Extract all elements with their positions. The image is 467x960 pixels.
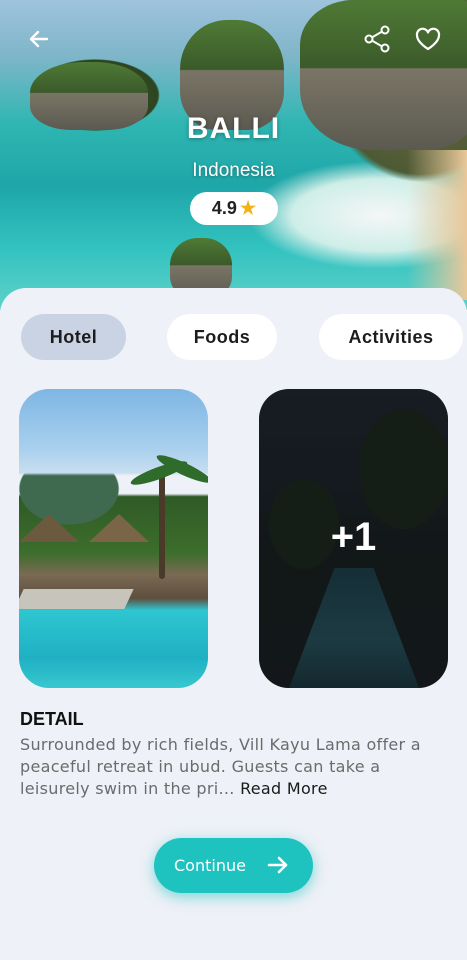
destination-title: BALLI [186, 112, 281, 145]
tab-label: Hotel [49, 326, 98, 347]
detail-body: Surrounded by rich fields, Vill Kayu Lam… [20, 735, 421, 798]
hut-roof [19, 514, 79, 542]
rating-badge: 4.9 ★ [190, 192, 278, 225]
favorite-button[interactable] [411, 22, 445, 56]
detail-text: Surrounded by rich fields, Vill Kayu Lam… [20, 734, 452, 800]
hut-roof [89, 514, 149, 542]
tab-label: Foods [193, 326, 251, 347]
more-photos-count: +1 [330, 515, 377, 559]
hero-image: BALLI Indonesia 4.9 ★ [0, 0, 467, 310]
share-button[interactable] [360, 22, 394, 56]
rating-value: 4.9 [211, 198, 237, 218]
tab-activities[interactable]: Activities [319, 314, 463, 360]
continue-button[interactable]: Continue [154, 838, 313, 893]
tab-foods[interactable]: Foods [167, 314, 277, 360]
arrow-right-icon [267, 856, 288, 874]
tab-label: Activities [348, 326, 434, 347]
heart-icon [415, 27, 441, 51]
palm-trunk [159, 469, 165, 579]
pool-deck [19, 589, 134, 609]
read-more-link[interactable]: Read More [240, 779, 328, 798]
hotel-photo-1[interactable] [19, 389, 208, 688]
content-sheet: Hotel Foods Activities +1 DETAIL Surroun… [0, 288, 467, 960]
detail-heading: DETAIL [20, 709, 84, 729]
tab-hotel[interactable]: Hotel [21, 314, 126, 360]
continue-label: Continue [174, 856, 246, 875]
hotel-photo-more[interactable]: +1 [259, 389, 448, 688]
arrow-left-icon [29, 30, 49, 48]
star-icon: ★ [239, 198, 257, 218]
back-button[interactable] [22, 22, 56, 56]
share-icon [364, 25, 390, 53]
destination-country: Indonesia [192, 160, 275, 181]
